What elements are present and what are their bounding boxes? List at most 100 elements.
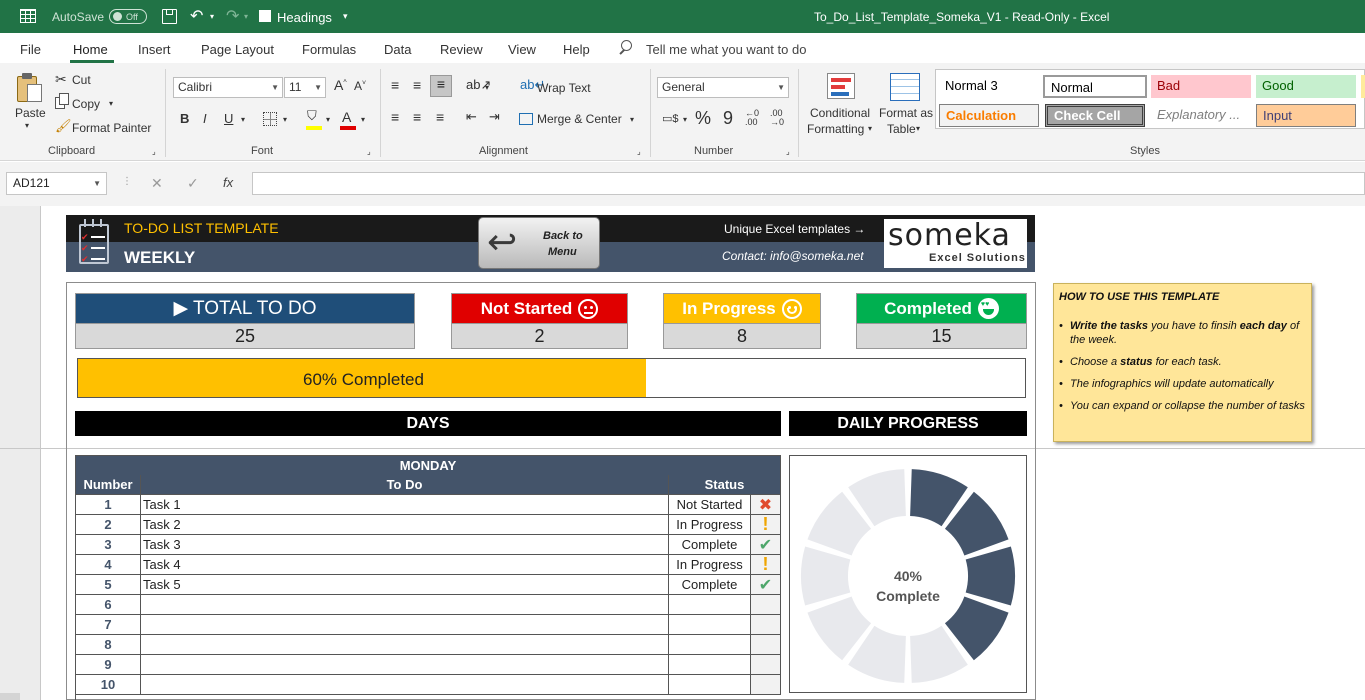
menu-view[interactable]: View xyxy=(508,42,536,57)
paste-dropdown-icon[interactable]: ▾ xyxy=(25,121,29,130)
style-explanatory[interactable]: Explanatory ... xyxy=(1151,104,1251,127)
undo-icon[interactable]: ↶ xyxy=(190,6,203,26)
orientation-dropdown-icon[interactable]: ▾ xyxy=(485,83,489,92)
insert-function-button[interactable]: fx xyxy=(223,175,233,190)
status-cell[interactable] xyxy=(669,655,751,675)
back-to-menu-button[interactable]: ↩ Back to Menu xyxy=(478,217,600,269)
align-bottom-icon[interactable]: ≡ xyxy=(430,75,452,97)
wrap-text-button[interactable]: Wrap Text xyxy=(537,81,591,95)
task-cell[interactable] xyxy=(141,655,669,675)
style-normal[interactable]: Normal xyxy=(1043,75,1147,98)
contact-email[interactable]: Contact: info@someka.net xyxy=(722,249,864,263)
align-center-icon[interactable]: ≡ xyxy=(413,109,421,125)
decrease-decimal-icon[interactable]: .00 →0 xyxy=(770,109,784,127)
number-format-select[interactable]: General ▼ xyxy=(657,77,789,98)
merge-dropdown-icon[interactable]: ▾ xyxy=(630,115,634,124)
redo-icon[interactable]: ↷ xyxy=(226,6,239,26)
status-cell[interactable] xyxy=(669,615,751,635)
autosave-toggle[interactable]: Off xyxy=(109,9,147,24)
task-cell[interactable] xyxy=(141,635,669,655)
format-as-table-button[interactable]: Format as xyxy=(879,106,933,120)
task-cell[interactable]: Task 5 xyxy=(141,575,669,595)
style-check-cell[interactable]: Check Cell xyxy=(1045,104,1145,127)
accounting-dropdown-icon[interactable]: ▾ xyxy=(683,115,687,124)
conditional-formatting-dropdown-icon[interactable]: ▾ xyxy=(868,124,872,133)
font-color-dropdown-icon[interactable]: ▾ xyxy=(361,115,365,124)
status-cell[interactable]: Complete xyxy=(669,535,751,555)
someka-logo[interactable]: someka Excel Solutions xyxy=(884,218,1027,268)
align-middle-icon[interactable]: ≡ xyxy=(413,77,421,93)
style-normal-3[interactable]: Normal 3 xyxy=(939,75,1039,98)
headings-checkbox[interactable] xyxy=(259,10,271,22)
borders-dropdown-icon[interactable]: ▾ xyxy=(283,115,287,124)
decrease-font-icon[interactable]: A˅ xyxy=(354,79,366,93)
task-cell[interactable] xyxy=(141,595,669,615)
italic-button[interactable]: I xyxy=(203,111,207,126)
formula-input[interactable] xyxy=(252,172,1365,195)
save-icon[interactable] xyxy=(162,9,177,24)
enter-formula-button[interactable]: ✓ xyxy=(187,175,199,192)
menu-review[interactable]: Review xyxy=(440,42,483,57)
increase-font-icon[interactable]: A^ xyxy=(334,77,347,93)
style-good[interactable]: Good xyxy=(1256,75,1356,98)
copy-button[interactable]: Copy xyxy=(72,97,100,111)
alignment-launcher-icon[interactable]: ⌟ xyxy=(637,147,641,156)
align-top-icon[interactable]: ≡ xyxy=(391,77,399,93)
name-box[interactable]: AD121 ▼ xyxy=(6,172,107,195)
copy-dropdown-icon[interactable]: ▾ xyxy=(109,99,113,108)
font-size-select[interactable]: 11 ▼ xyxy=(284,77,326,98)
task-cell[interactable]: Task 2 xyxy=(141,515,669,535)
format-painter-button[interactable]: Format Painter xyxy=(72,121,151,135)
increase-indent-icon[interactable]: ⇥ xyxy=(489,109,500,125)
row-headers[interactable] xyxy=(0,206,41,700)
status-cell[interactable] xyxy=(669,635,751,655)
task-cell[interactable]: Task 3 xyxy=(141,535,669,555)
conditional-formatting-icon[interactable] xyxy=(827,73,855,99)
status-cell[interactable]: In Progress xyxy=(669,515,751,535)
task-cell[interactable] xyxy=(141,615,669,635)
style-input[interactable]: Input xyxy=(1256,104,1356,127)
increase-decimal-icon[interactable]: ←0.00 xyxy=(745,109,759,127)
status-cell[interactable]: In Progress xyxy=(669,555,751,575)
menu-home[interactable]: Home xyxy=(73,42,108,57)
borders-icon[interactable] xyxy=(263,112,277,126)
font-color-icon[interactable]: A xyxy=(342,109,351,125)
conditional-formatting-button[interactable]: Conditional xyxy=(810,106,870,120)
menu-formulas[interactable]: Formulas xyxy=(302,42,356,57)
status-cell[interactable]: Not Started xyxy=(669,495,751,515)
format-as-table-dropdown-icon[interactable]: ▾ xyxy=(916,124,920,133)
task-cell[interactable]: Task 4 xyxy=(141,555,669,575)
tell-me-input[interactable]: Tell me what you want to do xyxy=(646,42,806,57)
menu-file[interactable]: File xyxy=(20,42,41,57)
fill-color-dropdown-icon[interactable]: ▾ xyxy=(326,115,330,124)
underline-button[interactable]: U xyxy=(224,111,233,126)
menu-page-layout[interactable]: Page Layout xyxy=(201,42,274,57)
paste-button[interactable]: Paste xyxy=(15,106,46,120)
customize-qat-icon[interactable]: ▾ xyxy=(343,11,348,22)
merge-center-button[interactable]: Merge & Center xyxy=(537,112,622,126)
status-cell[interactable] xyxy=(669,675,751,695)
task-cell[interactable] xyxy=(141,675,669,695)
fill-color-icon[interactable]: ⛉ xyxy=(307,108,317,124)
cancel-formula-button[interactable]: ✕ xyxy=(151,175,163,192)
task-cell[interactable]: Task 1 xyxy=(141,495,669,515)
underline-dropdown-icon[interactable]: ▾ xyxy=(241,115,245,124)
style-calculation[interactable]: Calculation xyxy=(939,104,1039,127)
comma-button[interactable]: 9 xyxy=(723,108,733,129)
format-as-table-icon[interactable] xyxy=(890,73,920,101)
status-cell[interactable]: Complete xyxy=(669,575,751,595)
align-left-icon[interactable]: ≡ xyxy=(391,109,399,125)
clipboard-launcher-icon[interactable]: ⌟ xyxy=(152,147,156,156)
menu-data[interactable]: Data xyxy=(384,42,411,57)
status-cell[interactable] xyxy=(669,595,751,615)
style-bad[interactable]: Bad xyxy=(1151,75,1251,98)
undo-dropdown-icon[interactable]: ▾ xyxy=(210,12,214,21)
font-launcher-icon[interactable]: ⌟ xyxy=(367,147,371,156)
number-launcher-icon[interactable]: ⌟ xyxy=(786,147,790,156)
font-name-select[interactable]: Calibri ▼ xyxy=(173,77,283,98)
paste-icon[interactable] xyxy=(15,73,43,103)
accounting-format-icon[interactable]: ▭$ xyxy=(662,112,679,125)
unique-templates-link[interactable]: Unique Excel templates → xyxy=(724,222,865,236)
menu-help[interactable]: Help xyxy=(563,42,590,57)
redo-dropdown-icon[interactable]: ▾ xyxy=(244,12,248,21)
